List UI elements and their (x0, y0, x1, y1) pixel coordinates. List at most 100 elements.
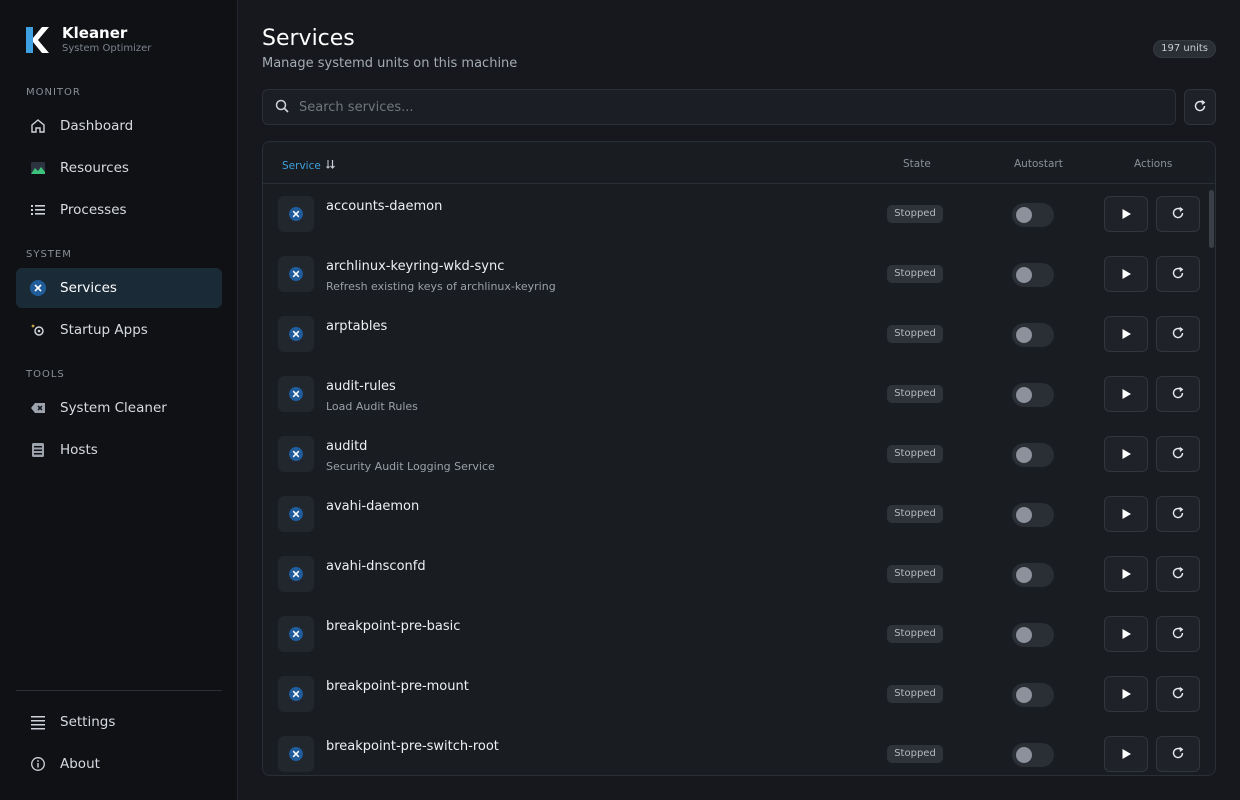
scrollbar-thumb[interactable] (1209, 190, 1214, 248)
home-icon (30, 118, 46, 134)
service-tools-icon (278, 616, 314, 652)
state-badge: Stopped (887, 685, 943, 703)
autostart-toggle[interactable] (1012, 683, 1054, 707)
start-button[interactable] (1104, 556, 1148, 592)
start-button[interactable] (1104, 376, 1148, 412)
restart-icon (1171, 205, 1185, 224)
restart-button[interactable] (1156, 496, 1200, 532)
restart-button[interactable] (1156, 196, 1200, 232)
search-icon (275, 98, 289, 117)
autostart-toggle[interactable] (1012, 623, 1054, 647)
column-header-service[interactable]: Service (282, 158, 337, 173)
table-row[interactable]: archlinux-keyring-wkd-sync Refresh existi… (263, 244, 1209, 304)
state-badge: Stopped (887, 265, 943, 283)
sidebar-item-settings[interactable]: Settings (16, 702, 222, 742)
table-row[interactable]: accounts-daemon Stopped (263, 184, 1209, 244)
sidebar-item-system-cleaner[interactable]: System Cleaner (16, 388, 222, 428)
autostart-toggle[interactable] (1012, 383, 1054, 407)
service-name: audit-rules (326, 379, 396, 394)
service-description: Security Audit Logging Service (326, 460, 495, 473)
restart-button[interactable] (1156, 256, 1200, 292)
service-tools-icon (278, 676, 314, 712)
autostart-toggle[interactable] (1012, 443, 1054, 467)
service-tools-icon (278, 256, 314, 292)
settings-lines-icon (30, 714, 46, 730)
autostart-toggle[interactable] (1012, 503, 1054, 527)
table-row[interactable]: avahi-daemon Stopped (263, 484, 1209, 544)
state-badge: Stopped (887, 625, 943, 643)
restart-button[interactable] (1156, 676, 1200, 712)
restart-icon (1171, 445, 1185, 464)
start-button[interactable] (1104, 736, 1148, 772)
restart-button[interactable] (1156, 436, 1200, 472)
column-header-state[interactable]: State (903, 158, 931, 170)
section-label-monitor: MONITOR (26, 87, 81, 98)
service-name: arptables (326, 319, 388, 334)
sort-descending-icon (325, 158, 337, 173)
section-label-system: SYSTEM (26, 249, 72, 260)
restart-icon (1171, 325, 1185, 344)
table-row[interactable]: auditd Security Audit Logging Service Stop… (263, 424, 1209, 484)
column-header-label: Service (282, 159, 321, 172)
start-button[interactable] (1104, 436, 1148, 472)
table-row[interactable]: breakpoint-pre-basic Stopped (263, 604, 1209, 664)
column-header-autostart[interactable]: Autostart (1014, 158, 1063, 170)
list-icon (30, 202, 46, 218)
sidebar-item-resources[interactable]: Resources (16, 148, 222, 188)
restart-icon (1171, 505, 1185, 524)
service-tools-icon (278, 436, 314, 472)
unit-count-badge: 197 units (1153, 40, 1216, 58)
service-name: breakpoint-pre-switch-root (326, 739, 499, 754)
refresh-button[interactable] (1184, 89, 1216, 125)
service-tools-icon (278, 496, 314, 532)
table-row[interactable]: arptables Stopped (263, 304, 1209, 364)
start-button[interactable] (1104, 196, 1148, 232)
autostart-toggle[interactable] (1012, 203, 1054, 227)
tools-icon (30, 280, 46, 296)
start-button[interactable] (1104, 316, 1148, 352)
sidebar-item-about[interactable]: About (16, 744, 222, 784)
play-icon (1120, 265, 1132, 284)
toggle-knob (1016, 447, 1032, 463)
toggle-knob (1016, 567, 1032, 583)
restart-button[interactable] (1156, 316, 1200, 352)
restart-icon (1171, 685, 1185, 704)
play-icon (1120, 625, 1132, 644)
restart-button[interactable] (1156, 556, 1200, 592)
table-row[interactable]: breakpoint-pre-switch-root Stopped (263, 724, 1209, 775)
column-header-actions: Actions (1134, 158, 1173, 170)
restart-button[interactable] (1156, 376, 1200, 412)
autostart-toggle[interactable] (1012, 323, 1054, 347)
sidebar-item-dashboard[interactable]: Dashboard (16, 106, 222, 146)
start-button[interactable] (1104, 676, 1148, 712)
play-icon (1120, 685, 1132, 704)
sidebar-item-hosts[interactable]: Hosts (16, 430, 222, 470)
autostart-toggle[interactable] (1012, 563, 1054, 587)
table-row[interactable]: audit-rules Load Audit Rules Stopped (263, 364, 1209, 424)
backspace-icon (30, 400, 46, 416)
play-icon (1120, 205, 1132, 224)
service-tools-icon (278, 736, 314, 772)
table-row[interactable]: avahi-dnsconfd Stopped (263, 544, 1209, 604)
start-button[interactable] (1104, 496, 1148, 532)
service-name: auditd (326, 439, 368, 454)
restart-button[interactable] (1156, 736, 1200, 772)
table-row[interactable]: breakpoint-pre-mount Stopped (263, 664, 1209, 724)
sidebar: Kleaner System Optimizer MONITOR Dashboa… (0, 0, 238, 800)
start-button[interactable] (1104, 256, 1148, 292)
sidebar-item-services[interactable]: Services (16, 268, 222, 308)
restart-button[interactable] (1156, 616, 1200, 652)
autostart-toggle[interactable] (1012, 263, 1054, 287)
state-badge: Stopped (887, 205, 943, 223)
toggle-knob (1016, 687, 1032, 703)
restart-icon (1171, 625, 1185, 644)
start-button[interactable] (1104, 616, 1148, 652)
service-description: Refresh existing keys of archlinux-keyri… (326, 280, 556, 293)
search-input[interactable] (299, 99, 1159, 115)
sidebar-item-label: System Cleaner (60, 400, 167, 416)
sidebar-item-label: About (60, 756, 100, 772)
play-icon (1120, 505, 1132, 524)
autostart-toggle[interactable] (1012, 743, 1054, 767)
sidebar-item-startup-apps[interactable]: Startup Apps (16, 310, 222, 350)
sidebar-item-processes[interactable]: Processes (16, 190, 222, 230)
